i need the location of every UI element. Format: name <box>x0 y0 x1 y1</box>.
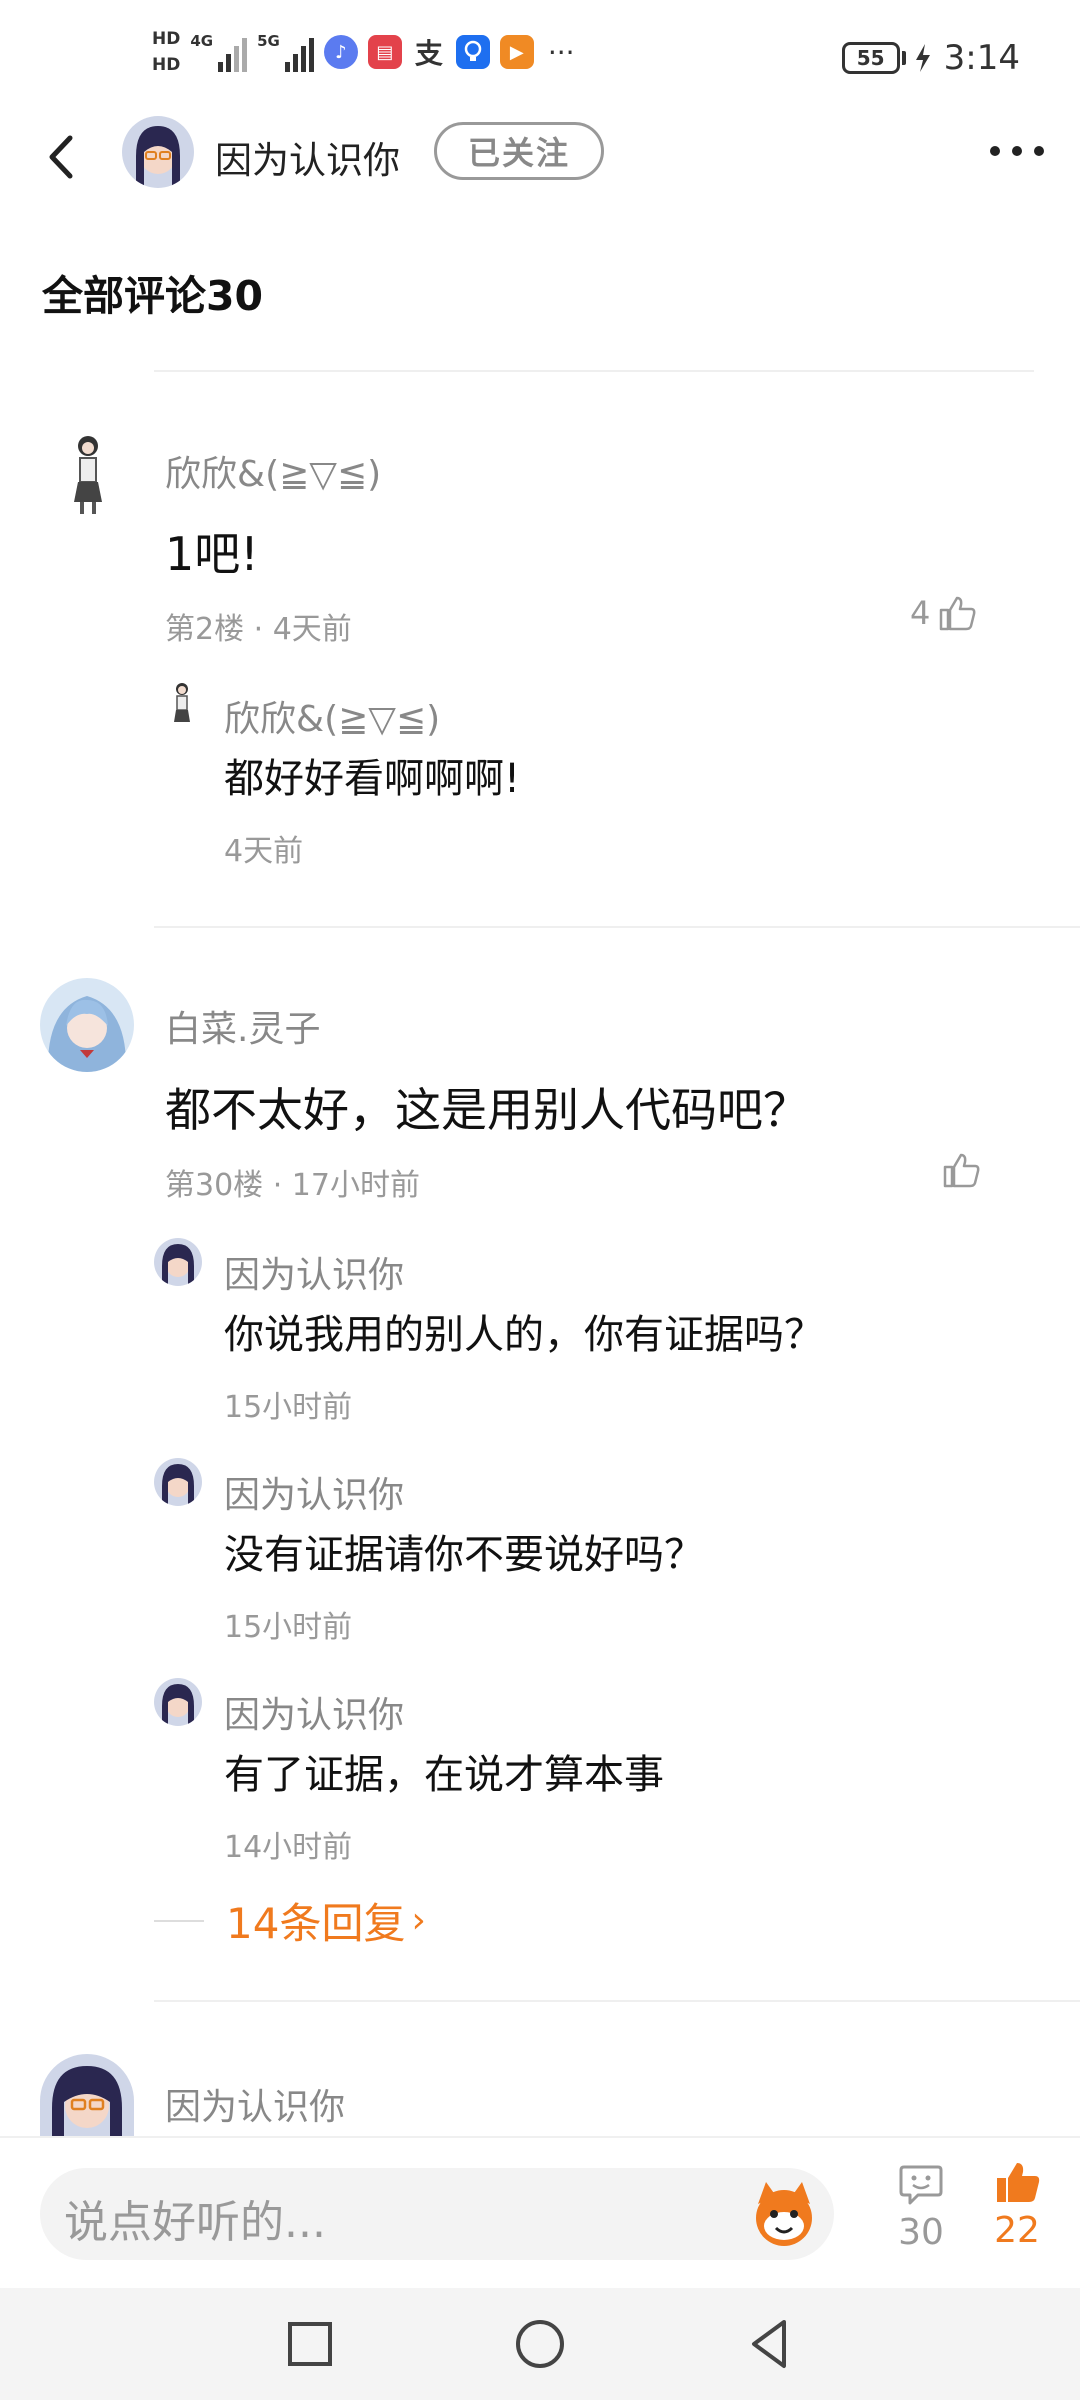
net1-label: 4G <box>190 32 214 50</box>
reply-avatar[interactable] <box>154 1238 202 1286</box>
reply-text[interactable]: 你说我用的别人的，你有证据吗？ <box>224 1302 824 1360</box>
alipay-icon: 支 <box>411 35 446 70</box>
comment-username[interactable]: 欣欣&(≧▽≦) <box>165 445 381 497</box>
comment-avatar[interactable] <box>40 978 134 1072</box>
reply-text[interactable]: 有了证据，在说才算本事 <box>224 1742 664 1800</box>
thumbs-up-filled-icon <box>997 2163 1040 2202</box>
signal-5g-icon: 5G <box>257 32 314 72</box>
follow-button[interactable]: 已关注 <box>434 122 604 180</box>
divider <box>154 370 1034 372</box>
hd2-label: HD <box>152 55 181 75</box>
clock: 3:14 <box>943 38 1020 78</box>
header: 因为认识你 已关注 <box>0 110 1080 200</box>
more-replies-line <box>154 1919 204 1922</box>
author-name[interactable]: 因为认识你 <box>215 130 400 184</box>
battery-tip <box>901 51 906 65</box>
input-placeholder: 说点好听的... <box>64 2197 326 2248</box>
like-count: 22 <box>994 2210 1040 2251</box>
comment-input-bar: 说点好听的... 30 22 <box>0 2136 1080 2288</box>
battery-level: 55 <box>856 46 885 70</box>
comment-avatar[interactable] <box>42 426 134 518</box>
like-button[interactable] <box>942 1152 980 1188</box>
reader-icon: ▤ <box>367 35 402 69</box>
signal-4g-icon: 4G <box>190 32 248 72</box>
comment-count: 30 <box>898 2212 944 2253</box>
section-title: 全部评论30 <box>42 272 264 320</box>
status-bar: HD HD 4G 5G ♪ ▤ 支 ▶ ··· 55 3:14 <box>0 0 1080 120</box>
chevron-right-icon: › <box>411 1900 426 1941</box>
reply-time: 15小时前 <box>224 1390 353 1425</box>
recent-apps-icon[interactable] <box>278 2312 342 2376</box>
comment-text[interactable]: 1吧! <box>165 518 259 584</box>
reply-avatar[interactable] <box>160 680 204 730</box>
comment-username[interactable]: 因为认识你 <box>165 2078 345 2130</box>
thumbs-up-icon <box>943 1153 980 1188</box>
home-icon[interactable] <box>508 2312 572 2376</box>
like-count: 4 <box>910 594 931 632</box>
comment-text[interactable]: 都不太好，这是用别人代码吧？ <box>165 1074 809 1140</box>
divider <box>154 2000 1080 2002</box>
reply-username[interactable]: 欣欣&(≧▽≦) <box>224 690 440 742</box>
status-right: 55 3:14 <box>841 38 1020 78</box>
comment-icon <box>899 2165 943 2205</box>
overflow-dots: ··· <box>547 35 575 69</box>
reply-time: 14小时前 <box>224 1830 353 1865</box>
more-replies-label: 14条回复 <box>226 1899 406 1948</box>
reply-username[interactable]: 因为认识你 <box>224 1466 404 1518</box>
more-options-icon[interactable] <box>990 146 1044 156</box>
music-icon: ♪ <box>323 35 358 69</box>
author-avatar[interactable] <box>122 116 194 188</box>
back-nav-icon[interactable] <box>738 2312 802 2376</box>
bulb-icon <box>455 35 490 69</box>
reply-avatar[interactable] <box>154 1458 202 1506</box>
reply-username[interactable]: 因为认识你 <box>224 1686 404 1738</box>
reply-time: 15小时前 <box>224 1610 353 1645</box>
reply-username[interactable]: 因为认识你 <box>224 1246 404 1298</box>
divider <box>154 926 1080 928</box>
comments-count-button[interactable]: 30 <box>898 2164 944 2253</box>
comment-avatar[interactable] <box>40 2054 134 2136</box>
comment-input[interactable]: 说点好听的... <box>40 2168 834 2260</box>
thumbs-up-icon <box>940 596 976 631</box>
system-nav-bar <box>0 2288 1080 2400</box>
reply-text[interactable]: 没有证据请你不要说好吗？ <box>224 1522 704 1580</box>
more-replies-link[interactable]: 14条回复 › <box>154 1890 426 1951</box>
net2-label: 5G <box>257 32 280 50</box>
charging-icon <box>915 44 930 72</box>
video-icon: ▶ <box>499 35 534 69</box>
hd1-label: HD <box>152 29 181 49</box>
reply-text[interactable]: 都好好看啊啊啊! <box>224 746 520 804</box>
hd-indicator: HD HD <box>152 26 180 78</box>
reply-time: 4天前 <box>224 834 304 869</box>
comment-meta: 第2楼 · 4天前 <box>165 612 352 647</box>
reply-avatar[interactable] <box>154 1678 202 1726</box>
back-icon[interactable] <box>40 132 84 182</box>
status-left: HD HD 4G 5G ♪ ▤ 支 ▶ ··· <box>152 26 575 78</box>
sticker-icon[interactable] <box>744 2174 824 2254</box>
comment-username[interactable]: 白菜.灵子 <box>165 1000 320 1052</box>
comment-meta: 第30楼 · 17小时前 <box>165 1168 420 1203</box>
battery-icon: 55 <box>841 42 900 74</box>
like-post-button[interactable]: 22 <box>994 2160 1040 2251</box>
like-button[interactable]: 4 <box>910 594 976 632</box>
